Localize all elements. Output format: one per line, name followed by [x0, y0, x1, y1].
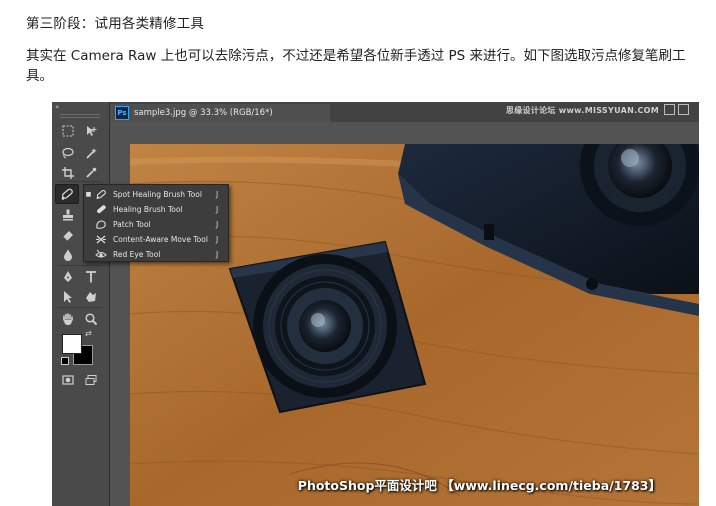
- switch-colors-icon[interactable]: ⇄: [85, 329, 92, 338]
- rectangular-marquee-icon[interactable]: [57, 122, 79, 140]
- menu-item-label: Healing Brush Tool: [113, 205, 183, 214]
- shortcut-key: J: [216, 190, 219, 199]
- lasso-icon[interactable]: [57, 144, 79, 162]
- screen-mode-icon[interactable]: [80, 371, 102, 389]
- article-paragraph: 其实在 Camera Raw 上也可以去除污点，不过还是希望各位新手透过 PS …: [26, 48, 686, 84]
- photoshop-file-icon: Ps: [115, 106, 129, 120]
- photoshop-screenshot: « ⇄ Ps sample3.jpg @ 33.3% (RGB/16*) 思缘设…: [52, 102, 699, 506]
- menu-item-spot-healing-brush[interactable]: ■ Spot Healing Brush Tool J: [84, 187, 228, 202]
- shortcut-key: J: [216, 220, 219, 229]
- article-heading: 第三阶段：试用各类精修工具: [26, 16, 205, 32]
- document-tab[interactable]: Ps sample3.jpg @ 33.3% (RGB/16*): [110, 104, 330, 122]
- hand-tool-icon[interactable]: [57, 310, 79, 328]
- pen-tool-icon[interactable]: [57, 268, 79, 286]
- document-title: sample3.jpg @ 33.3% (RGB/16*): [134, 108, 273, 118]
- selected-bullet-icon: ■: [85, 191, 92, 198]
- move-tool-icon[interactable]: [80, 122, 102, 140]
- tools-panel: « ⇄: [52, 102, 110, 506]
- collapse-panel-icon[interactable]: «: [55, 103, 59, 111]
- crop-icon[interactable]: [57, 164, 79, 182]
- menu-item-label: Content-Aware Move Tool: [113, 235, 208, 244]
- shortcut-key: J: [216, 250, 219, 259]
- spot-healing-brush-tool-icon[interactable]: [55, 184, 79, 204]
- magic-wand-icon[interactable]: [80, 144, 102, 162]
- blur-icon[interactable]: [57, 246, 79, 264]
- healing-tools-flyout: ■ Spot Healing Brush Tool J Healing Brus…: [83, 184, 229, 262]
- type-tool-icon[interactable]: [80, 268, 102, 286]
- patch-icon: [93, 219, 109, 231]
- content-aware-move-icon: [93, 234, 109, 246]
- quick-mask-icon[interactable]: [57, 371, 79, 389]
- menu-item-healing-brush[interactable]: Healing Brush Tool J: [84, 202, 228, 217]
- bottom-watermark: PhotoShop平面设计吧 【www.linecg.com/tieba/178…: [297, 478, 661, 493]
- menu-item-patch[interactable]: Patch Tool J: [84, 217, 228, 232]
- restore-window-icon[interactable]: [664, 104, 675, 115]
- menu-item-label: Spot Healing Brush Tool: [113, 190, 202, 199]
- menu-item-red-eye[interactable]: Red Eye Tool J: [84, 247, 228, 262]
- custom-shape-icon[interactable]: [80, 288, 102, 306]
- healing-brush-icon: [93, 204, 109, 216]
- shortcut-key: J: [216, 235, 219, 244]
- menu-item-content-aware-move[interactable]: Content-Aware Move Tool J: [84, 232, 228, 247]
- default-colors-icon[interactable]: [61, 357, 69, 365]
- menu-item-label: Patch Tool: [113, 220, 151, 229]
- panel-grip[interactable]: [60, 114, 100, 118]
- close-window-icon[interactable]: [678, 104, 689, 115]
- forum-watermark: 思缘设计论坛 www.MISSYUAN.COM: [505, 106, 659, 115]
- shortcut-key: J: [216, 205, 219, 214]
- clone-stamp-icon[interactable]: [57, 206, 79, 224]
- path-selection-icon[interactable]: [57, 288, 79, 306]
- red-eye-icon: [93, 249, 109, 261]
- foreground-color-swatch[interactable]: [62, 334, 82, 354]
- zoom-tool-icon[interactable]: [80, 310, 102, 328]
- spot-healing-brush-icon: [93, 189, 109, 201]
- document-tab-bar: Ps sample3.jpg @ 33.3% (RGB/16*) 思缘设计论坛 …: [110, 102, 699, 122]
- eyedropper-icon[interactable]: [80, 164, 102, 182]
- menu-item-label: Red Eye Tool: [113, 250, 161, 259]
- eraser-icon[interactable]: [57, 226, 79, 244]
